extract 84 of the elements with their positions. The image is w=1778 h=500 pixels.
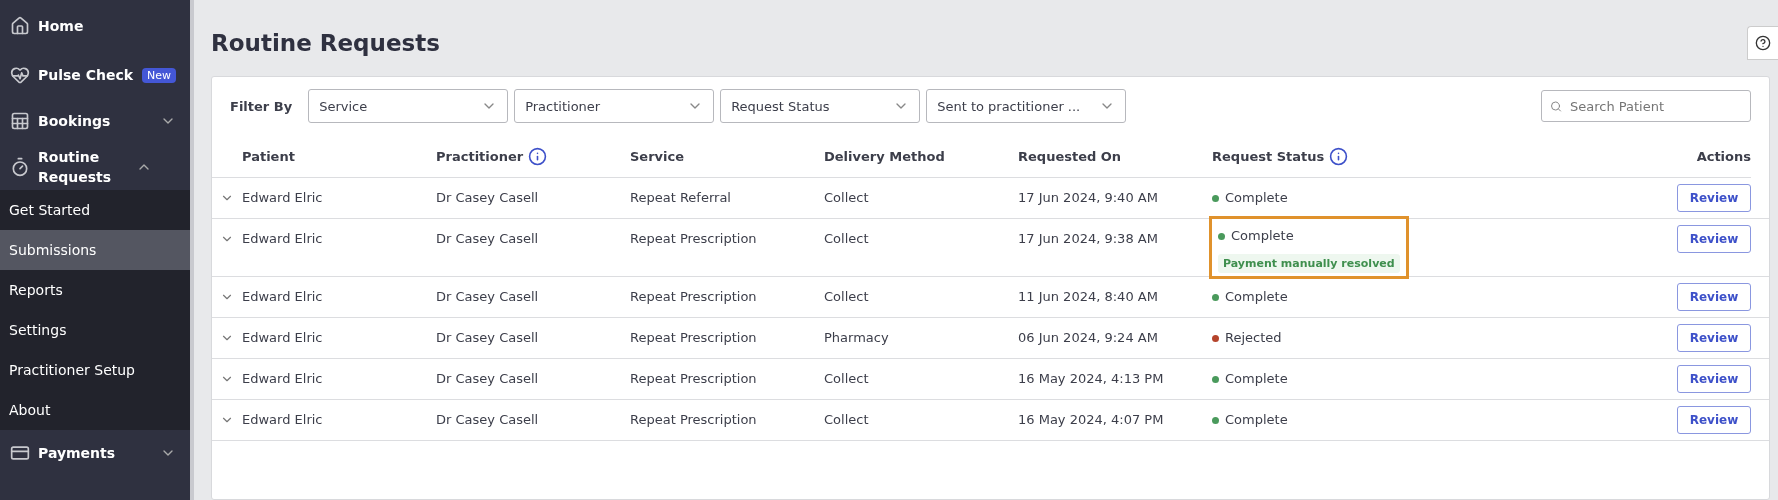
submenu-item[interactable]: About — [0, 390, 190, 430]
table-cell-text: Edward Elric — [242, 189, 324, 207]
table-cell-text: Collect — [824, 288, 870, 306]
table-cell-text: Dr Casey Casell — [436, 411, 540, 429]
sidebar-label: Home — [38, 17, 85, 36]
table-cell-text: Edward Elric — [242, 329, 324, 347]
filter-label: Filter By — [230, 98, 293, 114]
stopwatch-icon — [10, 157, 30, 177]
table-cell-text: 06 Jun 2024, 9:24 AM — [1018, 329, 1159, 347]
sidebar-label: Payments — [38, 444, 117, 463]
home-icon — [10, 16, 30, 36]
page-title: Routine Requests — [211, 30, 440, 56]
table-cell-text: Collect — [824, 189, 870, 207]
table-cell-text: 11 Jun 2024, 8:40 AM — [1018, 288, 1159, 306]
table-cell-text: Dr Casey Casell — [436, 370, 540, 388]
sidebar-item[interactable]: Home — [0, 0, 190, 52]
submenu-item[interactable]: Get Started — [0, 190, 190, 230]
new-badge: New — [142, 67, 176, 83]
table-cell-text: Dr Casey Casell — [436, 329, 540, 347]
table-cell-text: Dr Casey Casell — [436, 288, 540, 306]
table-cell-text: Edward Elric — [242, 288, 324, 306]
status-text: Complete — [1231, 227, 1294, 245]
filter-dropdown[interactable]: Service — [308, 89, 509, 123]
filter-dropdown[interactable]: Request Status — [720, 89, 921, 123]
filter-dropdown[interactable]: Practitioner — [514, 89, 715, 123]
review-button[interactable]: Review — [1677, 283, 1751, 311]
sidebar-label: Bookings — [38, 112, 112, 131]
table-cell-text: Repeat Prescription — [630, 288, 758, 306]
header-label: Request Status — [1212, 148, 1325, 164]
table-cell-text: 16 May 2024, 4:07 PM — [1018, 411, 1165, 429]
search-field[interactable]: Search Patient — [1541, 90, 1751, 122]
review-button[interactable]: Review — [1677, 225, 1751, 253]
status-text: Complete — [1225, 370, 1288, 388]
help-icon — [1755, 35, 1771, 51]
table-cell-text: Edward Elric — [242, 370, 324, 388]
payment-tag: Payment manually resolved — [1218, 254, 1400, 273]
table-cell-text: Collect — [824, 411, 870, 429]
table-cell-text: Pharmacy — [824, 329, 890, 347]
submenu-item[interactable]: Practitioner Setup — [0, 350, 190, 390]
table-cell-text: Dr Casey Casell — [436, 189, 540, 207]
help-tab[interactable] — [1747, 26, 1778, 60]
submenu-item[interactable]: Settings — [0, 310, 190, 350]
table-cell-text: Edward Elric — [242, 411, 324, 429]
sidebar-item[interactable]: Routine Requests — [0, 144, 190, 190]
header-label: Service — [630, 148, 685, 164]
header-label: Requested On — [1018, 148, 1122, 164]
review-button[interactable]: Review — [1677, 324, 1751, 352]
review-button[interactable]: Review — [1677, 184, 1751, 212]
status-text: Complete — [1225, 411, 1288, 429]
review-button[interactable]: Review — [1677, 365, 1751, 393]
search-icon — [1550, 98, 1562, 114]
table-cell-text: Collect — [824, 230, 870, 248]
table-cell-text: Repeat Referral — [630, 189, 732, 207]
header-label: Actions — [1696, 148, 1751, 164]
table-cell-text: Collect — [824, 370, 870, 388]
status-text: Rejected — [1225, 329, 1282, 347]
info-icon — [1329, 146, 1349, 166]
table-cell-text: Dr Casey Casell — [436, 230, 540, 248]
sidebar-label: Pulse Check — [38, 66, 134, 85]
card-icon — [10, 443, 30, 463]
sidebar-item[interactable]: Bookings — [0, 98, 190, 144]
table-cell-text: 17 Jun 2024, 9:38 AM — [1018, 230, 1159, 248]
header-label: Practitioner — [436, 148, 524, 164]
info-icon — [528, 146, 548, 166]
status-text: Complete — [1225, 288, 1288, 306]
heart-pulse-icon — [10, 65, 30, 85]
table-cell-text: 16 May 2024, 4:13 PM — [1018, 370, 1165, 388]
table-cell-text: Repeat Prescription — [630, 411, 758, 429]
filter-dropdown[interactable]: Sent to practitioner ... — [926, 89, 1127, 123]
header-label: Patient — [242, 148, 295, 164]
table-cell-text: Edward Elric — [242, 230, 324, 248]
table-cell-text: Repeat Prescription — [630, 329, 758, 347]
submenu-item[interactable]: Submissions — [0, 230, 190, 270]
header-label: Delivery Method — [824, 148, 945, 164]
table-cell-text: Repeat Prescription — [630, 370, 758, 388]
table-icon — [10, 111, 30, 131]
table-cell-text: 17 Jun 2024, 9:40 AM — [1018, 189, 1159, 207]
sidebar-item[interactable]: Pulse Check New — [0, 52, 190, 98]
sidebar-label: Routine Requests — [38, 148, 113, 187]
review-button[interactable]: Review — [1677, 406, 1751, 434]
sidebar-item[interactable]: Payments — [0, 430, 190, 476]
table-cell-text: Repeat Prescription — [630, 230, 758, 248]
status-text: Complete — [1225, 189, 1288, 207]
submenu-item[interactable]: Reports — [0, 270, 190, 310]
